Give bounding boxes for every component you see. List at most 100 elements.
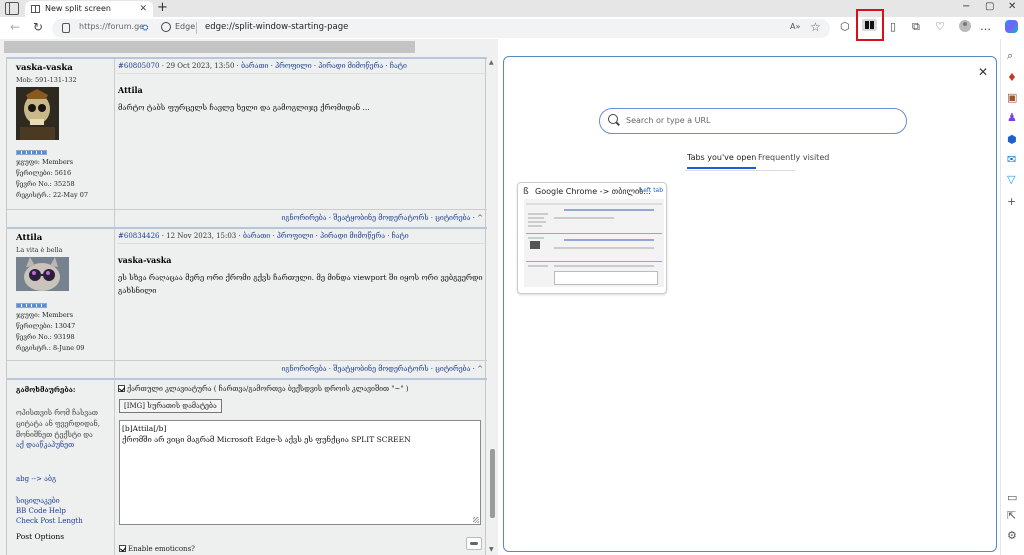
emoticons-option[interactable]: Enable emoticons?: [119, 545, 195, 553]
address-bar[interactable]: https://forum.ge ⛭ Edge edge://split-win…: [52, 19, 830, 38]
user-registered: რეგისტრ.: 22-May 07: [16, 191, 88, 199]
scroll-up-arrow-icon[interactable]: ▲: [489, 59, 494, 66]
user-info: ჯგუფი: Members წერილები: 5616 წევრი No.:…: [16, 157, 114, 201]
more-options-icon[interactable]: …: [980, 20, 991, 33]
search-icon[interactable]: ⌕: [1007, 49, 1013, 63]
skull-avatar-image: [16, 87, 59, 140]
browser-tab[interactable]: New split screen ✕: [25, 1, 153, 17]
tab-actions-icon[interactable]: [5, 2, 19, 15]
resize-handle-icon[interactable]: [473, 517, 479, 523]
close-split-icon[interactable]: ✕: [978, 65, 988, 79]
user-avatar: [16, 257, 69, 291]
thumb-line: [528, 237, 544, 239]
quote-hint-link[interactable]: აქ დააწკაპუნეთ: [16, 441, 114, 449]
sidebar-layout-icon[interactable]: ▭: [1007, 491, 1017, 504]
post-user-links[interactable]: ბარათი · პროფილი · პირადი მიმოწერა · ჩატ…: [241, 62, 407, 70]
extensions-icon[interactable]: ⬡: [840, 20, 850, 33]
url-text[interactable]: edge://split-window-starting-page: [205, 22, 348, 32]
settings-gear-icon[interactable]: ⚙: [1007, 529, 1017, 542]
post-actions[interactable]: იგნორირება · შეატყობინე მოდერატორს · ციტ…: [282, 214, 484, 222]
close-tab-icon[interactable]: ✕: [139, 1, 147, 17]
thumb-line: [528, 225, 542, 227]
scroll-down-arrow-icon[interactable]: ▼: [489, 546, 494, 553]
georgian-keyboard-checkbox[interactable]: [118, 385, 125, 392]
split-search-input[interactable]: Search or type a URL: [599, 108, 907, 134]
user-group: ჯგუფი: Members: [16, 158, 74, 166]
open-tab-card[interactable]: ß Google Chrome -> თბილის... Left tab: [517, 182, 667, 294]
microsoft365-icon[interactable]: ⬢: [1007, 133, 1017, 146]
tab-thumbnail: [524, 199, 664, 287]
thumb-line: [564, 239, 654, 241]
post-id-link[interactable]: #60834426: [118, 232, 160, 240]
user-number: წევრი No.: 93198: [16, 333, 75, 341]
post-date: · 29 Oct 2023, 13:50 ·: [159, 62, 242, 70]
new-tab-button[interactable]: +: [157, 0, 168, 16]
thumb-line: [554, 247, 654, 249]
cat-avatar-image: [16, 257, 69, 291]
emoticons-checkbox[interactable]: [119, 545, 126, 552]
profile-avatar[interactable]: [959, 20, 971, 32]
url-origin: https://forum.ge: [79, 22, 145, 31]
post-actions[interactable]: იგნორირება · შეატყობინე მოდერატორს · ციტ…: [282, 365, 484, 373]
site-info-icon[interactable]: ⛭: [142, 23, 148, 33]
thumb-line: [526, 233, 662, 234]
tab-title: New split screen: [45, 4, 111, 13]
edge-icon: [161, 22, 171, 32]
scroll-thumb[interactable]: [490, 449, 495, 518]
read-aloud-icon[interactable]: A»: [790, 22, 800, 31]
favorite-star-icon[interactable]: ☆: [810, 20, 821, 34]
post-id-link[interactable]: #60805070: [118, 62, 160, 70]
sidebar-toggle-icon[interactable]: ▯: [890, 20, 896, 33]
georgian-keyboard-option[interactable]: ქართული კლავიატურა ( ჩართვა/გამორთვა ბექ…: [118, 385, 487, 393]
post-header: #60805070 · 29 Oct 2023, 13:50 · ბარათი …: [118, 62, 487, 74]
minimize-button[interactable]: −: [962, 1, 970, 12]
thumb-avatar: [530, 241, 540, 249]
tab-tabs-open[interactable]: Tabs you've open: [687, 153, 757, 169]
post-text: ეს სხვა რაღაცაა მერე ორი ქრომი გქვს ჩართ…: [118, 273, 483, 295]
shopping-icon[interactable]: ♦: [1007, 71, 1017, 84]
bbcode-help-link[interactable]: BB Code Help: [16, 507, 114, 515]
copilot-icon[interactable]: [1005, 20, 1018, 33]
back-arrow-icon[interactable]: ←: [10, 20, 20, 34]
left-pane-scrollbar[interactable]: ▲ ▼: [488, 57, 497, 555]
thumb-line: [528, 221, 546, 223]
search-icon: [608, 114, 618, 124]
close-window-button[interactable]: ✕: [1008, 1, 1016, 12]
post-username[interactable]: Attila: [16, 233, 114, 243]
maximize-button[interactable]: ▢: [985, 1, 994, 12]
forum-post: Attila La vita è bella ჯგუფი: Members წე…: [7, 227, 487, 378]
post-user-links[interactable]: ბარათი · პროფილი · პირადი მიმოწერა · ჩატ…: [243, 232, 409, 240]
check-length-link[interactable]: Check Post Length: [16, 517, 114, 525]
tools-icon[interactable]: ▣: [1007, 91, 1017, 104]
tab-frequently-visited[interactable]: Frequently visited: [758, 153, 829, 162]
reply-text-line: [b]Attila[/b]: [122, 424, 167, 433]
reply-label: გამოხმაურება:: [16, 385, 76, 394]
lock-icon[interactable]: [62, 23, 70, 33]
forum-site-icon: ß: [523, 187, 529, 197]
translit-link[interactable]: abg --> აბგ: [16, 475, 114, 483]
drop-icon[interactable]: ▽: [1007, 173, 1015, 186]
smilies-link[interactable]: სიცილაკები: [16, 497, 114, 505]
add-image-button[interactable]: [IMG] სურათის დამატება: [119, 399, 222, 413]
games-icon[interactable]: ♟: [1007, 111, 1017, 124]
quote-hint: ოპისთვის რომ ჩასვათ ციტატა ან ფვერდიდან,…: [16, 409, 101, 439]
reply-form: გამოხმაურება: ოპისთვის რომ ჩასვათ ციტატა…: [7, 378, 487, 555]
reply-right-column: ქართული კლავიატურა ( ჩართვა/გამორთვა ბექ…: [115, 380, 487, 555]
split-screen-icon: [31, 5, 40, 13]
thumb-line: [528, 265, 548, 267]
pane-toggle-button[interactable]: [466, 537, 482, 550]
reply-textarea[interactable]: [b]Attila[/b] ქრომში არ ვიცი მაგრამ Micr…: [119, 420, 481, 525]
page-header-strip: [4, 41, 415, 53]
external-link-icon[interactable]: ⇱: [1007, 509, 1016, 522]
collections-icon[interactable]: ⧉: [912, 20, 920, 34]
post-date: · 12 Nov 2023, 15:03 ·: [159, 232, 243, 240]
browser-essentials-icon[interactable]: ♡: [935, 20, 945, 33]
post-options-label: Post Options: [16, 532, 65, 541]
user-posts: წერილები: 13047: [16, 322, 76, 330]
split-screen-button[interactable]: [862, 19, 877, 31]
add-icon[interactable]: +: [1007, 195, 1016, 208]
url-site-label: Edge: [175, 22, 196, 31]
refresh-icon[interactable]: ↻: [33, 20, 43, 34]
outlook-icon[interactable]: ✉: [1007, 153, 1016, 166]
post-username[interactable]: vaska-vaska: [16, 63, 114, 73]
